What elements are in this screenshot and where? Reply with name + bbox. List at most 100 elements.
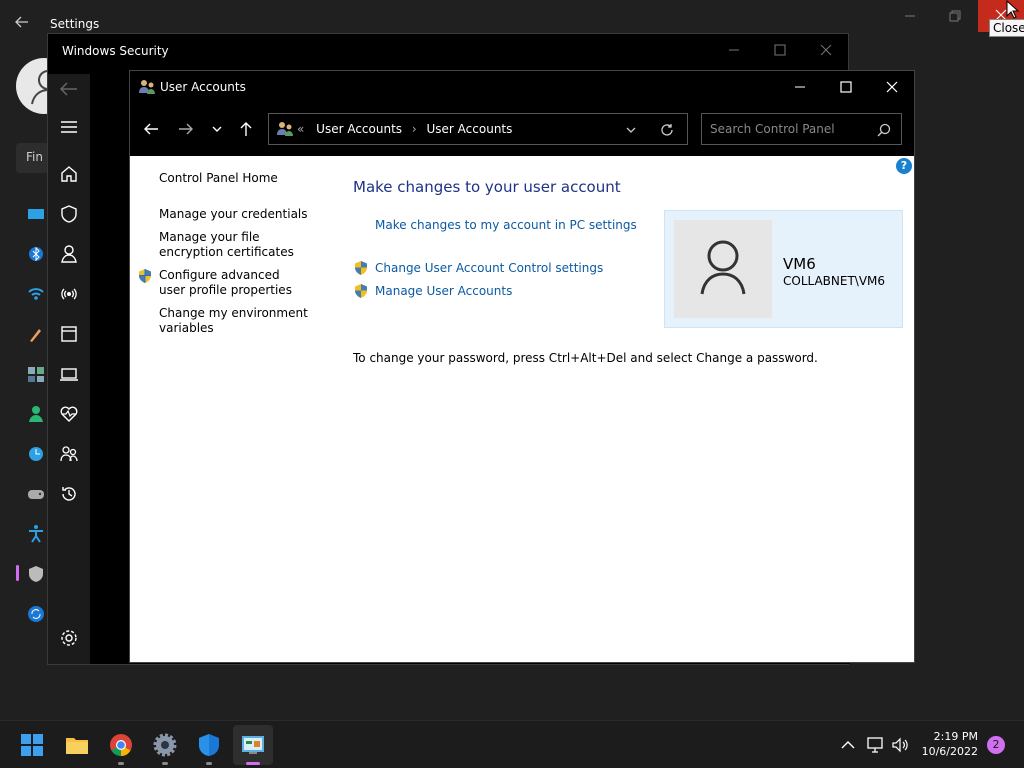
chrome-icon xyxy=(110,734,132,756)
bluetooth-icon[interactable] xyxy=(26,244,46,264)
hamburger-menu-icon[interactable] xyxy=(58,116,80,138)
personalization-icon[interactable] xyxy=(26,324,46,344)
account-protection-icon[interactable] xyxy=(58,243,80,265)
volume-icon[interactable] xyxy=(890,735,910,755)
system-icon[interactable] xyxy=(26,204,46,224)
running-indicator xyxy=(118,762,124,765)
chrome-button[interactable] xyxy=(101,725,141,765)
settings-title: Settings xyxy=(50,17,100,31)
restore-icon[interactable] xyxy=(944,6,968,26)
back-arrow-icon[interactable] xyxy=(141,119,161,139)
user-accounts-content: ? Control Panel Home Manage your credent… xyxy=(130,156,914,662)
environment-variables-link[interactable]: Change my environment variables xyxy=(159,306,309,336)
active-nav-indicator xyxy=(16,565,19,581)
pc-settings-link[interactable]: Make changes to my account in PC setting… xyxy=(375,218,637,232)
network-icon[interactable] xyxy=(26,284,46,304)
address-toolbar: « User Accounts › User Accounts Search C… xyxy=(130,102,914,156)
page-title: Make changes to your user account xyxy=(353,178,621,196)
taskbar: 2:19 PM 10/6/2022 2 xyxy=(0,720,1024,768)
uac-shield-icon xyxy=(137,268,153,284)
up-arrow-icon[interactable] xyxy=(236,119,256,139)
windows-security-title: Windows Security xyxy=(62,44,169,58)
chevron-down-icon[interactable] xyxy=(623,122,639,138)
refresh-icon[interactable] xyxy=(659,122,675,138)
back-arrow-icon[interactable] xyxy=(58,78,80,100)
protection-history-icon[interactable] xyxy=(58,483,80,505)
file-explorer-icon xyxy=(66,738,88,754)
clock[interactable]: 2:19 PM 10/6/2022 xyxy=(912,729,978,759)
user-accounts-title: User Accounts xyxy=(160,80,246,94)
device-health-icon[interactable] xyxy=(58,403,80,425)
file-encryption-certificates-link[interactable]: Manage your file encryption certificates xyxy=(159,230,319,260)
active-window-indicator xyxy=(246,762,260,765)
back-arrow-icon[interactable] xyxy=(14,14,34,34)
breadcrumb-separator-icon: › xyxy=(411,122,417,136)
user-accounts-window: User Accounts « User Accounts › User Acc… xyxy=(129,70,915,663)
user-domain: COLLABNET\VM6 xyxy=(783,274,886,288)
user-accounts-titlebar: User Accounts xyxy=(130,71,914,102)
user-name: VM6 xyxy=(783,255,816,273)
running-indicator xyxy=(162,762,168,765)
close-icon[interactable] xyxy=(882,77,902,97)
password-note: To change your password, press Ctrl+Alt+… xyxy=(353,351,818,365)
app-browser-control-icon[interactable] xyxy=(58,323,80,345)
user-accounts-icon xyxy=(138,78,156,96)
windows-security-taskbar-button[interactable] xyxy=(189,725,229,765)
start-button[interactable] xyxy=(12,725,52,765)
breadcrumb-overflow[interactable]: « xyxy=(297,122,304,136)
address-bar[interactable]: « User Accounts › User Accounts xyxy=(268,113,688,145)
manage-credentials-link[interactable]: Manage your credentials xyxy=(159,207,329,222)
show-hidden-icons-chevron-icon[interactable] xyxy=(838,735,858,755)
notification-badge[interactable]: 2 xyxy=(987,736,1005,754)
search-icon[interactable] xyxy=(876,122,892,138)
running-indicator xyxy=(206,762,212,765)
minimize-icon[interactable] xyxy=(900,6,924,26)
mouse-cursor-icon xyxy=(1006,0,1020,20)
breadcrumb-item[interactable]: User Accounts xyxy=(427,122,513,136)
file-explorer-button[interactable] xyxy=(57,725,97,765)
maximize-icon[interactable] xyxy=(836,77,856,97)
control-panel-taskbar-button[interactable] xyxy=(233,725,273,765)
apps-icon[interactable] xyxy=(26,364,46,384)
breadcrumb: « User Accounts › User Accounts xyxy=(297,122,512,136)
user-accounts-icon xyxy=(276,120,294,138)
windows-update-icon[interactable] xyxy=(26,604,46,624)
forward-arrow-icon[interactable] xyxy=(176,119,196,139)
breadcrumb-item[interactable]: User Accounts xyxy=(316,122,402,136)
clock-date: 10/6/2022 xyxy=(921,745,978,758)
firewall-network-icon[interactable] xyxy=(58,283,80,305)
privacy-security-icon[interactable] xyxy=(26,564,46,584)
settings-icon xyxy=(153,733,177,757)
family-options-icon[interactable] xyxy=(58,443,80,465)
settings-gear-icon[interactable] xyxy=(58,627,80,649)
network-icon[interactable] xyxy=(865,735,885,755)
help-icon[interactable]: ? xyxy=(896,158,912,174)
windows-security-icon xyxy=(199,734,219,756)
user-picture xyxy=(674,220,772,318)
search-placeholder: Search Control Panel xyxy=(710,122,835,136)
windows-security-nav-rail xyxy=(48,74,90,664)
minimize-icon[interactable] xyxy=(790,77,810,97)
close-icon[interactable] xyxy=(816,40,836,60)
settings-titlebar: Settings xyxy=(0,0,1024,32)
search-control-panel-input[interactable]: Search Control Panel xyxy=(701,113,902,145)
start-icon xyxy=(21,734,43,756)
control-panel-home-link[interactable]: Control Panel Home xyxy=(159,171,329,186)
time-language-icon[interactable] xyxy=(26,444,46,464)
accessibility-icon[interactable] xyxy=(26,524,46,544)
advanced-user-profile-link[interactable]: Configure advanced user profile properti… xyxy=(159,268,309,298)
minimize-icon[interactable] xyxy=(724,40,744,60)
maximize-icon[interactable] xyxy=(770,40,790,60)
home-icon[interactable] xyxy=(58,163,80,185)
manage-user-accounts-link[interactable]: Manage User Accounts xyxy=(375,284,512,298)
gaming-icon[interactable] xyxy=(26,484,46,504)
uac-shield-icon xyxy=(353,260,369,276)
shield-icon[interactable] xyxy=(58,203,80,225)
close-tooltip: Close xyxy=(989,19,1024,37)
accounts-icon[interactable] xyxy=(26,404,46,424)
settings-taskbar-button[interactable] xyxy=(145,725,185,765)
uac-settings-link[interactable]: Change User Account Control settings xyxy=(375,261,603,275)
device-security-icon[interactable] xyxy=(58,363,80,385)
clock-time: 2:19 PM xyxy=(933,730,978,743)
recent-locations-chevron-icon[interactable] xyxy=(207,119,227,139)
